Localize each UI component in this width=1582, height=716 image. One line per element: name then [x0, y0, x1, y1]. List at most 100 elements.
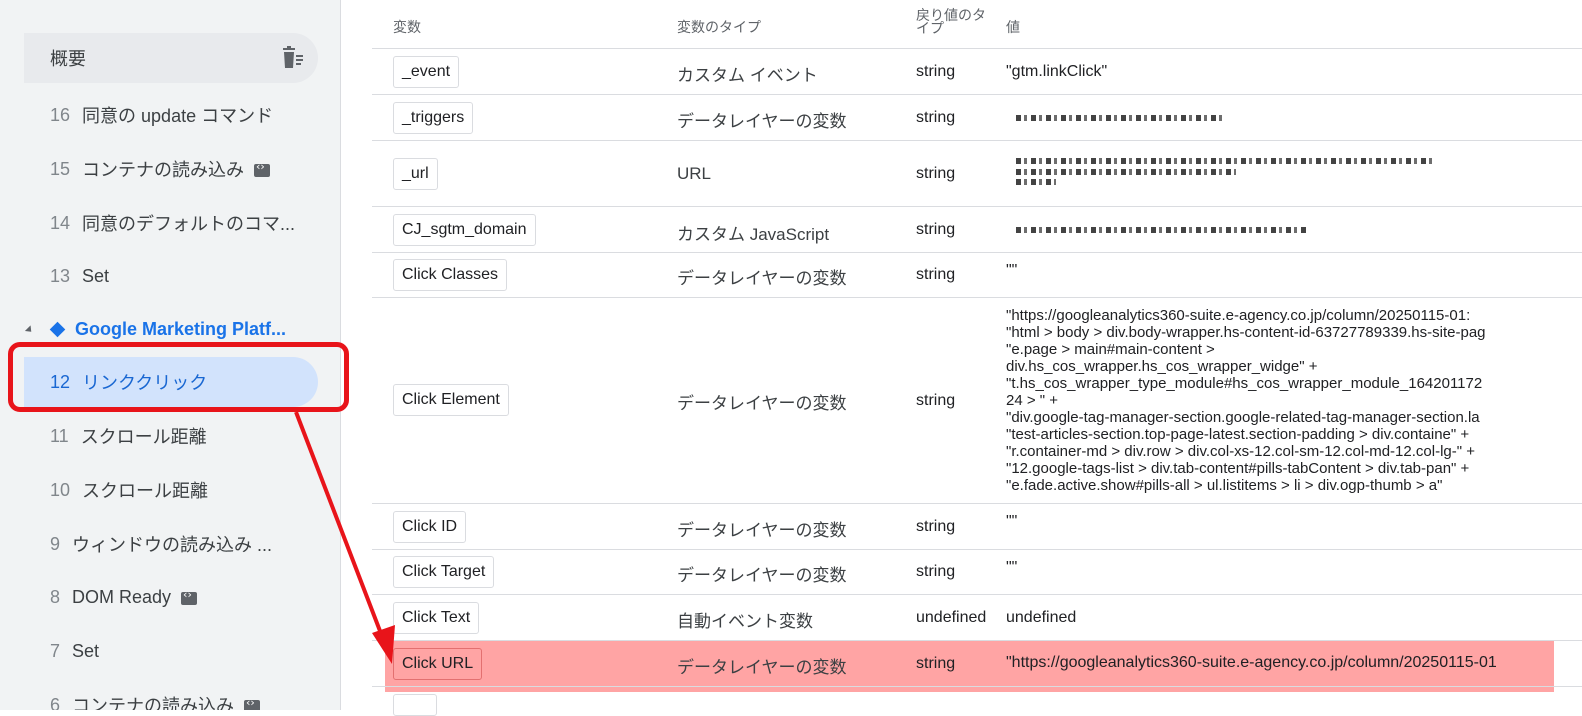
variable-chip[interactable]: CJ_sgtm_domain — [393, 214, 536, 246]
event-number: 7 — [50, 640, 61, 661]
diamond-icon — [49, 321, 66, 337]
value-line: "12.google-tags-list > div.tab-content#p… — [1006, 460, 1470, 477]
variable-value: "gtm.linkClick" — [1006, 63, 1108, 80]
variable-chip[interactable]: Click Text — [393, 602, 480, 634]
variable-type: データレイヤーの変数 — [677, 521, 847, 540]
event-number: 11 — [50, 425, 69, 446]
table-row: Click ID データレイヤーの変数 string "" — [372, 503, 1582, 549]
event-label: コンテナの読み込み — [72, 696, 235, 710]
return-type: string — [916, 109, 956, 126]
table-row: Click Classes データレイヤーの変数 string "" — [372, 252, 1582, 297]
event-number: 16 — [50, 104, 71, 125]
selection-highlight-box — [8, 342, 349, 412]
redacted-value — [1016, 227, 1306, 233]
variable-value: undefined — [1006, 609, 1077, 626]
table-row: _url URL string — [372, 140, 1582, 206]
variable-chip[interactable]: Click Element — [393, 384, 509, 416]
sidebar-event-11[interactable]: 11 スクロール距離 — [24, 411, 318, 461]
variable-chip[interactable] — [393, 694, 437, 716]
return-type: string — [916, 563, 956, 580]
return-type: string — [916, 63, 956, 80]
table-row: _event カスタム イベント string "gtm.linkClick" — [372, 48, 1582, 94]
redacted-value — [1016, 115, 1226, 121]
sidebar-event-9[interactable]: 9 ウィンドウの読み込み ... — [24, 519, 318, 569]
variable-chip[interactable]: _event — [393, 56, 460, 88]
code-icon — [254, 160, 271, 177]
event-label: 同意のデフォルトのコマ... — [82, 214, 296, 234]
variables-table: 変数 変数のタイプ 戻り値のタイプ 値 _event カスタム イベント str… — [372, 0, 1582, 716]
event-number: 6 — [50, 694, 61, 711]
value-line: "e.fade.active.show#pills-all > ul.listi… — [1006, 477, 1443, 494]
variable-chip[interactable]: Click Classes — [393, 259, 508, 291]
redacted-value — [1016, 179, 1056, 185]
event-number: 13 — [50, 265, 71, 286]
table-row: Click URL データレイヤーの変数 string "https://goo… — [372, 640, 1582, 686]
sidebar-event-8[interactable]: 8 DOM Ready — [24, 572, 318, 622]
event-number: 10 — [50, 479, 71, 500]
table-row: _triggers データレイヤーの変数 string — [372, 94, 1582, 140]
value-line: "test-articles-section.top-page-latest.s… — [1006, 426, 1470, 443]
event-number: 9 — [50, 533, 61, 554]
container-label: Google Marketing Platf... — [75, 318, 287, 339]
return-type: string — [916, 518, 956, 535]
variable-type: URL — [677, 164, 712, 183]
sidebar-event-6[interactable]: 6 コンテナの読み込み — [24, 680, 318, 710]
event-label: Set — [82, 265, 110, 286]
return-type: string — [916, 221, 956, 238]
event-number: 15 — [50, 158, 71, 179]
redacted-value — [1016, 169, 1236, 175]
sidebar-event-7[interactable]: 7 Set — [24, 626, 318, 676]
event-label: スクロール距離 — [80, 427, 207, 447]
variable-chip[interactable]: Click Target — [393, 556, 495, 588]
event-number: 14 — [50, 212, 71, 233]
summary-label: 概要 — [50, 49, 86, 69]
delete-list-icon[interactable] — [282, 46, 304, 70]
sidebar-event-10[interactable]: 10 スクロール距離 — [24, 465, 318, 515]
value-line: 24 > " + — [1006, 392, 1059, 409]
table-row: Click Element データレイヤーの変数 string "https:/… — [372, 297, 1582, 503]
event-label: ウィンドウの読み込み ... — [72, 535, 273, 555]
click-element-value: "https://googleanalytics360-suite.e-agen… — [1006, 307, 1582, 494]
sidebar-event-13[interactable]: 13 Set — [24, 251, 318, 301]
variable-chip[interactable]: _triggers — [393, 102, 474, 134]
sidebar-summary[interactable]: 概要 — [24, 33, 318, 83]
event-label: Set — [72, 640, 100, 661]
sidebar-event-15[interactable]: 15 コンテナの読み込み — [24, 144, 318, 194]
sidebar-event-14[interactable]: 14 同意のデフォルトのコマ... — [24, 198, 318, 248]
value-line: "html > body > div.body-wrapper.hs-conte… — [1006, 324, 1486, 341]
value-line: "t.hs_cos_wrapper_type_module#hs_cos_wra… — [1006, 375, 1483, 392]
variable-type: データレイヤーの変数 — [677, 112, 847, 131]
variable-chip[interactable]: Click ID — [393, 511, 467, 543]
redacted-value — [1016, 158, 1436, 164]
variable-type: カスタム イベント — [677, 66, 818, 85]
value-line: "r.container-md > div.row > div.col-xs-1… — [1006, 443, 1475, 460]
variable-type: カスタム JavaScript — [677, 225, 830, 244]
variable-chip[interactable]: _url — [393, 158, 438, 190]
table-row: Click Text 自動イベント変数 undefined undefined — [372, 594, 1582, 640]
variable-value: "" — [1006, 559, 1018, 576]
variable-value: "" — [1006, 262, 1018, 279]
return-type: undefined — [916, 609, 987, 626]
table-row: CJ_sgtm_domain カスタム JavaScript string — [372, 206, 1582, 252]
event-label: コンテナの読み込み — [82, 160, 245, 180]
variable-value: "https://googleanalytics360-suite.e-agen… — [1006, 654, 1497, 671]
value-line: div.hs_cos_wrapper.hs_cos_wrapper_widge"… — [1006, 358, 1318, 375]
code-icon — [181, 588, 198, 605]
return-type: string — [916, 266, 956, 283]
variable-type: データレイヤーの変数 — [677, 566, 847, 585]
event-label: スクロール距離 — [82, 481, 209, 501]
code-icon — [244, 696, 261, 710]
value-line: "https://googleanalytics360-suite.e-agen… — [1006, 307, 1471, 324]
sidebar-event-16[interactable]: 16 同意の update コマンド — [24, 90, 318, 140]
event-number: 8 — [50, 586, 61, 607]
table-row — [372, 686, 1582, 716]
table-row: Click Target データレイヤーの変数 string "" — [372, 549, 1582, 594]
return-type: string — [916, 392, 956, 409]
value-line: "e.page > main#main-content > — [1006, 341, 1215, 358]
return-type: string — [916, 655, 956, 672]
variable-chip[interactable]: Click URL — [393, 648, 483, 680]
event-label: DOM Ready — [72, 586, 172, 607]
variable-type: データレイヤーの変数 — [677, 658, 847, 677]
value-line: "div.google-tag-manager-section.google-r… — [1006, 409, 1480, 426]
variable-type: 自動イベント変数 — [677, 612, 813, 631]
